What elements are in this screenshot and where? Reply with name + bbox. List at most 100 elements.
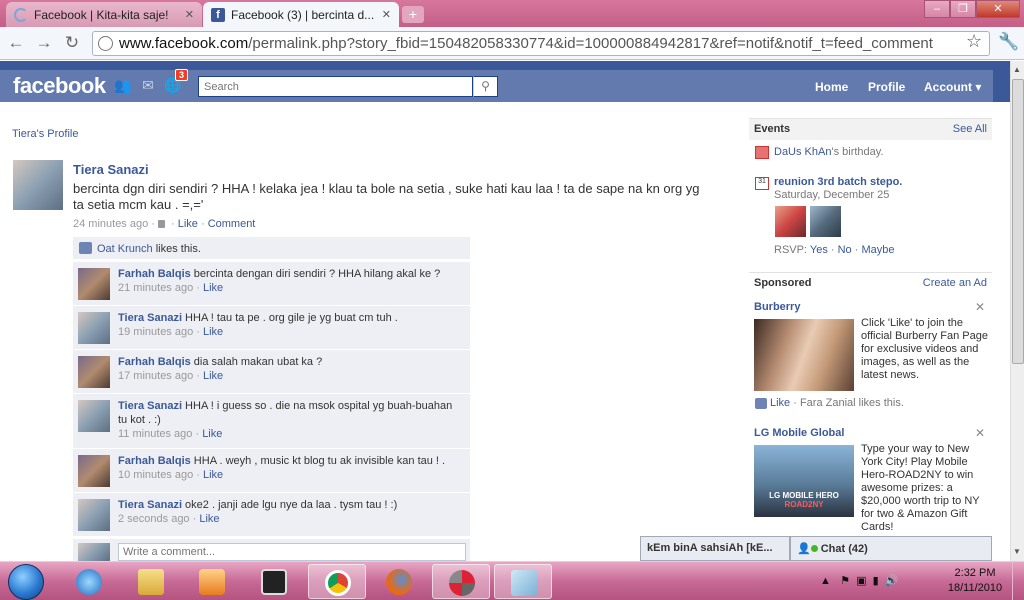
chat-people-icon: 👤 (797, 543, 811, 555)
event-title[interactable]: reunion 3rd batch stepo. (774, 176, 902, 188)
device-icon[interactable]: ▣ (856, 575, 866, 587)
rsvp-no[interactable]: No (838, 244, 852, 256)
commenter-avatar[interactable] (78, 312, 110, 344)
ad-image[interactable] (754, 319, 854, 391)
taskbar-app[interactable] (245, 564, 303, 599)
commenter-name[interactable]: Tiera Sanazi (118, 400, 182, 412)
chat-count: (42) (848, 543, 868, 555)
write-comment-row (73, 539, 470, 561)
rsvp-maybe[interactable]: Maybe (861, 244, 894, 256)
sponsored-title: Sponsored (754, 277, 812, 289)
rsvp-yes[interactable]: Yes (810, 244, 828, 256)
maximize-icon[interactable]: ❐ (950, 0, 976, 18)
liker-name[interactable]: Oat Krunch (97, 243, 153, 255)
event-guest-avatar[interactable] (810, 206, 841, 237)
create-ad-link[interactable]: Create an Ad (923, 277, 987, 289)
ad-close-icon[interactable]: ✕ (975, 300, 985, 314)
page-scrollbar[interactable]: ▲ ▼ (1010, 61, 1024, 561)
nav-account[interactable]: Account ▾ (924, 80, 981, 94)
search-input[interactable] (198, 76, 473, 97)
nav-profile[interactable]: Profile (868, 80, 905, 94)
comment-item: Tiera Sanazi oke2 . janji ade lgu nye da… (73, 493, 470, 537)
facebook-logo[interactable]: facebook (13, 73, 106, 99)
comment-like-link[interactable]: Like (202, 428, 222, 440)
thumbs-up-icon (755, 397, 767, 409)
taskbar-app-3[interactable] (494, 564, 552, 599)
commenter-avatar[interactable] (78, 356, 110, 388)
events-see-all[interactable]: See All (953, 123, 987, 135)
address-bar[interactable]: www.facebook.com/permalink.php?story_fbi… (92, 31, 990, 56)
start-button-icon[interactable] (8, 564, 44, 600)
action-center-flag-icon[interactable]: ⚑ (840, 575, 850, 587)
minimize-icon[interactable]: – (924, 0, 950, 18)
comment-like-link[interactable]: Like (199, 513, 219, 525)
close-tab-icon[interactable]: ✕ (185, 8, 194, 21)
event-guest-avatar[interactable] (775, 206, 806, 237)
close-tab-icon[interactable]: ✕ (382, 8, 391, 21)
comment-like-link[interactable]: Like (203, 282, 223, 294)
taskbar-ie[interactable] (60, 564, 118, 599)
breadcrumb[interactable]: Tiera's Profile (12, 128, 79, 140)
ad-close-icon[interactable]: ✕ (975, 426, 985, 440)
new-tab-button[interactable]: + (402, 6, 424, 23)
comment-time: 11 minutes ago · (118, 428, 203, 440)
commenter-name[interactable]: Tiera Sanazi (118, 312, 182, 324)
taskbar-explorer[interactable] (122, 564, 180, 599)
write-comment-input[interactable] (118, 543, 466, 561)
commenter-name[interactable]: Farhah Balqis (118, 356, 191, 368)
post-like-link[interactable]: Like (178, 218, 198, 230)
browser-tab-2[interactable]: f Facebook (3) | bercinta d... ✕ (203, 2, 399, 27)
scroll-up-icon[interactable]: ▲ (1013, 65, 1021, 74)
privacy-lock-icon[interactable] (157, 220, 165, 229)
scroll-down-icon[interactable]: ▼ (1013, 547, 1021, 556)
comment-text: oke2 . janji ade lgu nye da laa . tysm t… (182, 499, 398, 511)
app-window-icon (261, 569, 287, 595)
commenter-avatar[interactable] (78, 455, 110, 487)
comment-like-link[interactable]: Like (203, 469, 223, 481)
taskbar-media-player[interactable] (183, 564, 241, 599)
back-arrow-icon[interactable]: ← (6, 33, 26, 53)
sponsored-header: Sponsored Create an Ad (749, 272, 992, 294)
wrench-menu-icon[interactable]: 🔧 (998, 32, 1019, 52)
reload-icon[interactable]: ↻ (62, 33, 82, 53)
ad-image-caption: LG MOBILE HERO (769, 491, 839, 500)
browser-tab-1[interactable]: Facebook | Kita-kita saje! ✕ (6, 2, 202, 27)
commenter-avatar[interactable] (78, 268, 110, 300)
taskbar-app-2[interactable] (432, 564, 490, 599)
taskbar-chrome[interactable] (308, 564, 366, 599)
commenter-avatar[interactable] (78, 499, 110, 531)
tray-expand-icon[interactable]: ▲ (820, 575, 831, 587)
nav-home[interactable]: Home (815, 80, 848, 94)
post-author[interactable]: Tiera Sanazi (73, 162, 149, 177)
taskbar-firefox[interactable] (370, 564, 428, 599)
commenter-name[interactable]: Farhah Balqis (118, 455, 191, 467)
messages-icon[interactable]: ✉ (139, 77, 157, 93)
comment-like-link[interactable]: Like (203, 370, 223, 382)
author-avatar[interactable] (13, 160, 63, 210)
ad-title[interactable]: Burberry (754, 301, 800, 313)
ad-like-link[interactable]: Like (770, 397, 790, 409)
friend-requests-icon[interactable]: 👥 (114, 77, 132, 93)
birthday-name[interactable]: DaUs KhAn (774, 146, 831, 158)
volume-icon[interactable]: 🔊 (885, 575, 899, 587)
post-comment-link[interactable]: Comment (208, 218, 256, 230)
chat-toggle[interactable]: 👤 Chat (42) (790, 536, 992, 561)
show-desktop-button[interactable] (1012, 562, 1024, 600)
post-meta: 24 minutes ago · · Like · Comment (73, 218, 256, 230)
ad-title[interactable]: LG Mobile Global (754, 427, 844, 439)
scrollbar-thumb[interactable] (1012, 79, 1024, 364)
bookmark-star-icon[interactable]: ☆ (966, 31, 982, 52)
close-window-icon[interactable]: ✕ (976, 0, 1020, 18)
search-icon[interactable]: ⚲ (473, 76, 498, 97)
system-tray: ▲ ⚑ ▣ ▮ 🔊 (820, 574, 898, 587)
comment-like-link[interactable]: Like (203, 326, 223, 338)
birthday-suffix: 's birthday. (831, 146, 884, 158)
commenter-name[interactable]: Tiera Sanazi (118, 499, 182, 511)
commenter-avatar[interactable] (78, 400, 110, 432)
taskbar-clock[interactable]: 2:32 PM 18/11/2010 (940, 566, 1010, 596)
ad-image[interactable]: LG MOBILE HERO ROAD2NY (754, 445, 854, 517)
forward-arrow-icon[interactable]: → (34, 33, 54, 53)
chat-conversation-tab[interactable]: kEm binA sahsiAh [kE... (640, 536, 790, 561)
network-signal-icon[interactable]: ▮ (873, 575, 879, 587)
commenter-name[interactable]: Farhah Balqis (118, 268, 191, 280)
